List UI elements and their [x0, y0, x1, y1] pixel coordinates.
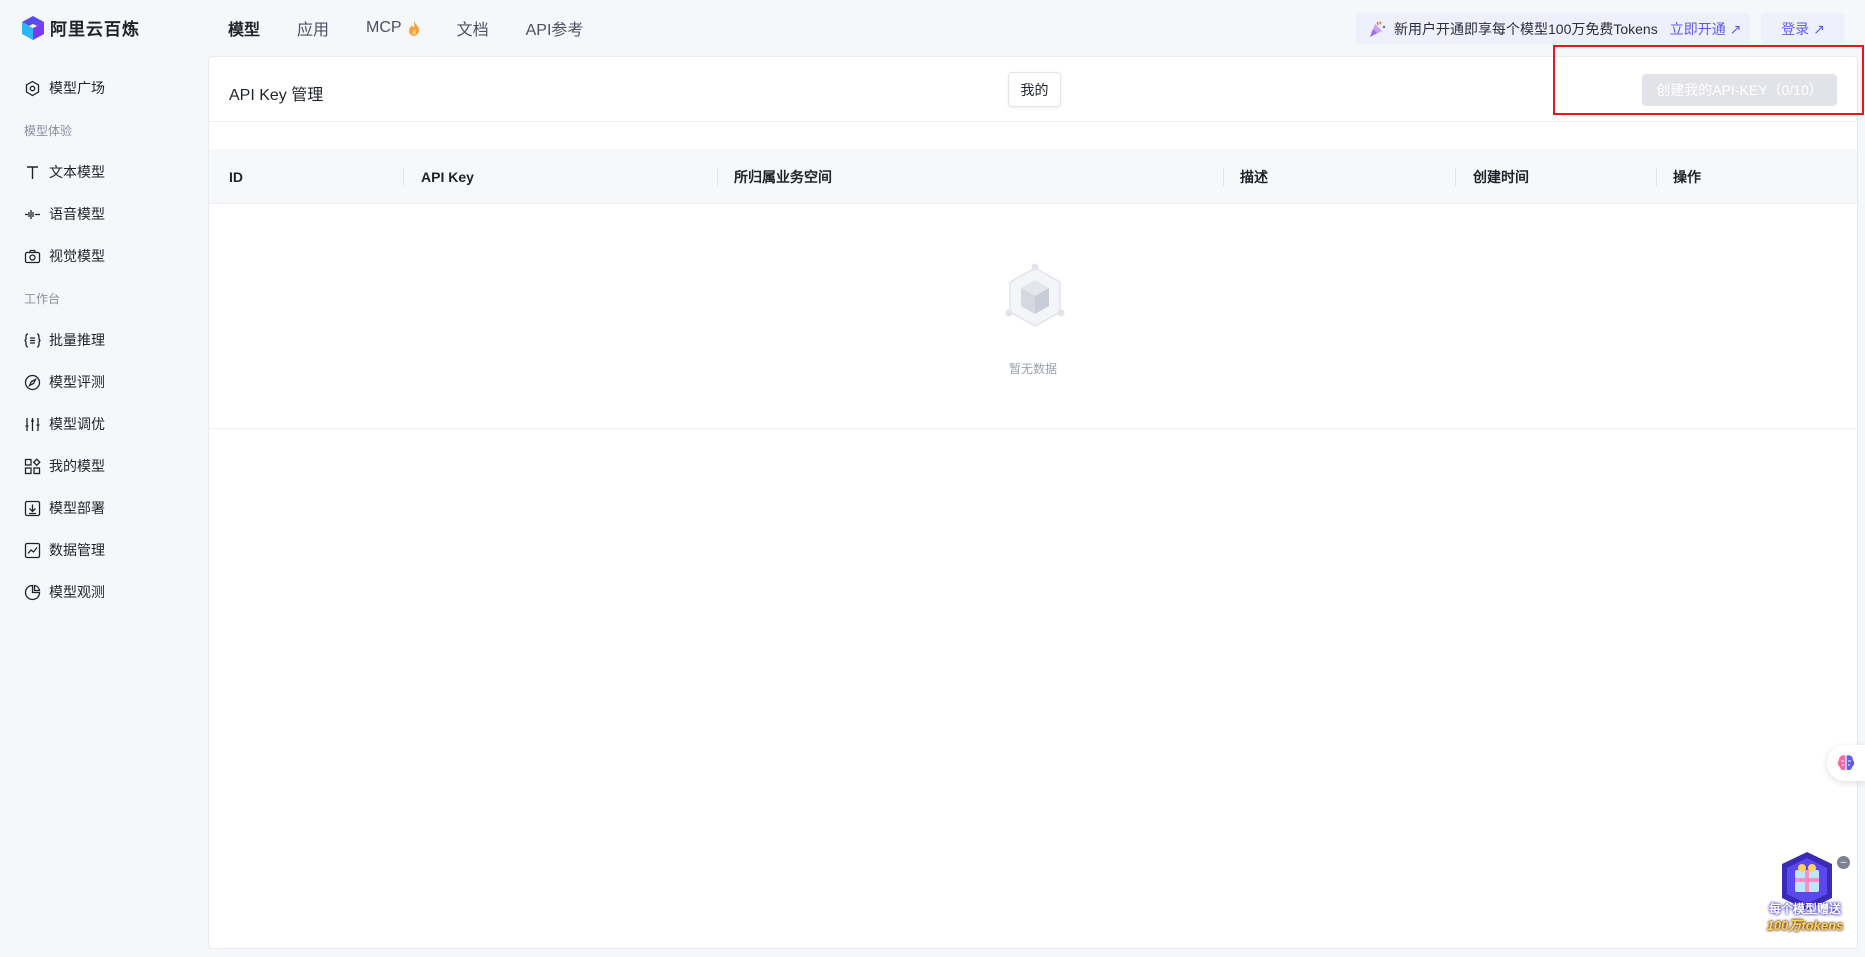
column-divider [1223, 168, 1224, 186]
party-popper-icon [1370, 21, 1386, 37]
sidebar-item-label: 模型广场 [49, 80, 105, 96]
sliders-icon [25, 417, 40, 431]
gift-close-button[interactable]: – [1837, 856, 1850, 869]
gift-tokens-text: 100万tokens [1766, 918, 1844, 933]
sidebar-item-model-tuning[interactable]: 模型调优 [24, 410, 105, 438]
table-header: ID API Key 所归属业务空间 描述 创建时间 操作 [209, 149, 1857, 204]
column-divider [1656, 168, 1657, 186]
column-divider [717, 168, 718, 186]
sidebar-item-label: 数据管理 [49, 542, 105, 558]
sidebar-item-batch-inference[interactable]: 批量推理 [24, 326, 105, 354]
waveform-icon [25, 209, 40, 219]
sidebar-item-model-observation[interactable]: 模型观测 [24, 578, 105, 606]
create-api-key-button[interactable]: 创建我的API-KEY（0/10） [1642, 74, 1837, 106]
text-icon [27, 165, 38, 179]
sidebar: 模型广场 模型体验 文本模型 语音模型 视觉模型 工作台 批量推理 模型评测 模… [0, 56, 208, 957]
nav-item-label: 应用 [297, 22, 330, 39]
sidebar-group-title: 工作台 [24, 292, 61, 306]
brand[interactable]: 阿里云百炼 [22, 15, 140, 40]
column-header-description[interactable]: 描述 [1240, 149, 1268, 204]
empty-state: 暂无数据 [209, 205, 1857, 429]
page-title: API Key 管理 [229, 87, 324, 104]
column-divider [1455, 168, 1456, 186]
nav-item-apps[interactable]: 应用 [297, 16, 329, 40]
sidebar-item-model-evaluation[interactable]: 模型评测 [24, 368, 105, 396]
sidebar-item-vision-model[interactable]: 视觉模型 [24, 242, 105, 270]
brand-logo-icon [22, 15, 44, 40]
brain-icon [1837, 755, 1855, 771]
sidebar-item-my-models[interactable]: 我的模型 [24, 452, 105, 480]
nav-item-docs[interactable]: 文档 [457, 16, 489, 40]
promo-activate-link[interactable]: 立即开通 ↗ [1670, 19, 1742, 39]
sidebar-item-model-square[interactable]: 模型广场 [24, 74, 105, 102]
nav-item-label: 文档 [456, 22, 489, 39]
column-header-workspace[interactable]: 所归属业务空间 [734, 149, 832, 204]
sidebar-group-title: 模型体验 [24, 124, 73, 138]
batch-icon [24, 332, 41, 348]
tab-mine[interactable]: 我的 [1008, 72, 1061, 107]
main-nav: 模型 应用 MCP 文档 API参考 [228, 0, 620, 56]
camera-icon [24, 249, 41, 263]
sidebar-item-label: 视觉模型 [49, 248, 105, 264]
column-header-api-key[interactable]: API Key [421, 149, 474, 204]
sidebar-item-speech-model[interactable]: 语音模型 [24, 200, 105, 228]
sidebar-item-label: 模型观测 [49, 584, 105, 600]
empty-state-text: 暂无数据 [1008, 362, 1057, 376]
nav-item-label: MCP [366, 19, 402, 36]
nav-item-mcp[interactable]: MCP [366, 19, 420, 37]
column-header-actions[interactable]: 操作 [1673, 149, 1701, 204]
sidebar-item-text-model[interactable]: 文本模型 [24, 158, 105, 186]
sidebar-item-data-management[interactable]: 数据管理 [24, 536, 105, 564]
panel-header: API Key 管理 我的 创建我的API-KEY（0/10） [209, 57, 1857, 122]
login-label: 登录 ↗ [1781, 20, 1825, 37]
flame-icon [408, 20, 419, 36]
column-header-created-time[interactable]: 创建时间 [1473, 149, 1529, 204]
nav-item-label: 模型 [228, 22, 261, 39]
sidebar-item-model-deployment[interactable]: 模型部署 [24, 494, 105, 522]
api-key-panel: API Key 管理 我的 创建我的API-KEY（0/10） ID API K… [208, 56, 1858, 949]
deploy-icon [24, 500, 41, 516]
chart-icon [24, 542, 41, 558]
sidebar-item-label: 模型部署 [49, 500, 105, 516]
ai-assistant-button[interactable] [1827, 745, 1865, 781]
promo-banner: 新用户开通即享每个模型100万免费Tokens 立即开通 ↗ [1356, 13, 1750, 44]
sidebar-item-label: 语音模型 [49, 206, 105, 222]
login-button[interactable]: 登录 ↗ [1761, 13, 1845, 44]
grid-icon [24, 457, 41, 474]
brand-name: 阿里云百炼 [50, 20, 140, 39]
top-bar: 阿里云百炼 模型 应用 MCP 文档 API参考 新用户开通即享每个模型100万… [0, 0, 1865, 56]
promo-text: 新用户开通即享每个模型100万免费Tokens [1394, 20, 1658, 37]
pie-icon [24, 584, 41, 600]
sidebar-item-label: 文本模型 [49, 164, 105, 180]
compass-icon [24, 374, 41, 390]
empty-box-icon [1005, 263, 1065, 327]
sidebar-item-label: 我的模型 [49, 458, 105, 474]
model-square-icon [25, 80, 40, 96]
nav-item-api-reference[interactable]: API参考 [526, 16, 584, 40]
sidebar-item-label: 模型评测 [49, 374, 105, 390]
sidebar-item-label: 模型调优 [49, 416, 105, 432]
column-divider [403, 168, 404, 186]
nav-item-models[interactable]: 模型 [228, 16, 260, 40]
column-header-id[interactable]: ID [229, 149, 243, 204]
sidebar-item-label: 批量推理 [49, 332, 105, 348]
nav-item-label: API参考 [525, 22, 584, 39]
